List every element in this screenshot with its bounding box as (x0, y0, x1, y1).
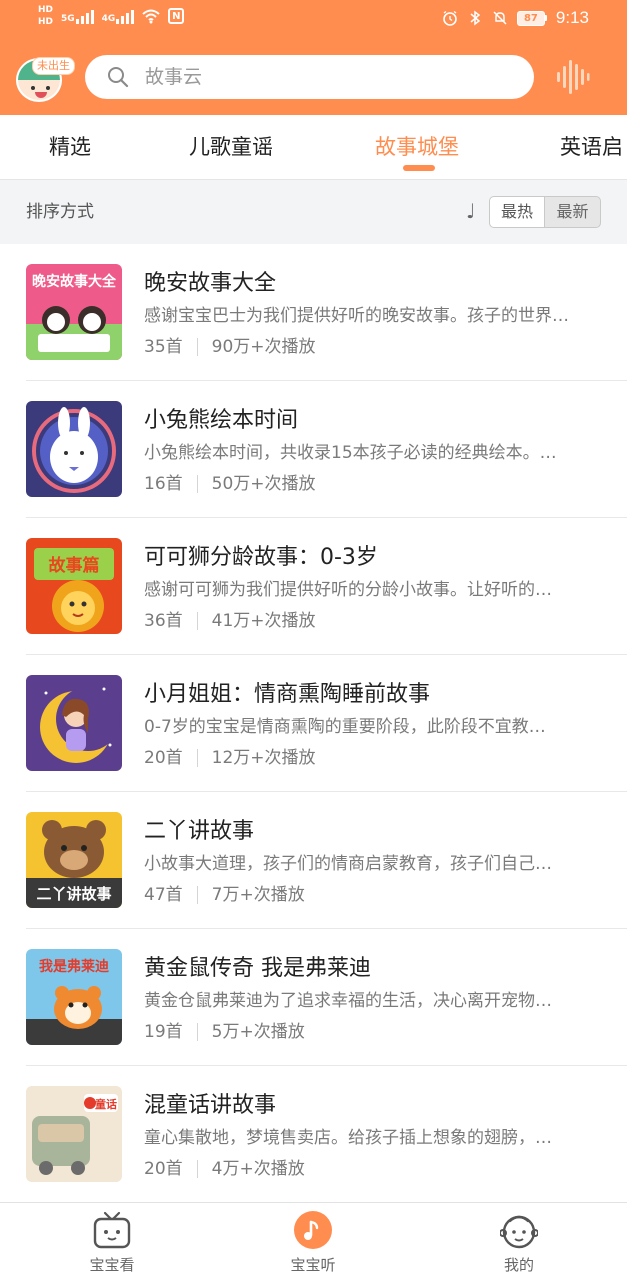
album-title: 二丫讲故事 (144, 819, 255, 844)
track-count: 19首 (144, 1022, 183, 1042)
signal-4g-icon: 4G (102, 8, 135, 24)
alarm-icon (443, 10, 457, 26)
svg-text:故事篇: 故事篇 (49, 555, 100, 576)
album-cover: 晚安故事大全 (26, 264, 122, 360)
svg-text:我是弗莱迪: 我是弗莱迪 (39, 958, 109, 975)
search-bar[interactable]: 故事云 (85, 55, 534, 99)
track-count: 20首 (144, 1159, 183, 1179)
album-cover: 故事篇 (26, 538, 122, 634)
voice-wave-icon[interactable] (556, 58, 590, 96)
list-item[interactable]: 故事篇 可可狮分龄故事：0-3岁 感谢可可狮为我们提供好听的分龄小故事。让好听的… (0, 518, 627, 655)
play-count: 41万+次播放 (211, 611, 316, 631)
album-cover: 我是弗莱迪 (26, 949, 122, 1045)
play-count: 7万+次播放 (211, 885, 305, 905)
track-count: 20首 (144, 748, 183, 768)
nav-label: 我的 (503, 1256, 534, 1274)
album-description: 感谢可可狮为我们提供好听的分龄小故事。让好听的… (144, 580, 552, 600)
tab-english[interactable]: 英语启 (560, 133, 623, 161)
album-title: 小月姐姐：情商熏陶睡前故事 (144, 682, 431, 707)
wifi-icon (142, 9, 160, 24)
album-cover: 二丫讲故事 (26, 812, 122, 908)
album-description: 小故事大道理，孩子们的情商启蒙教育，孩子们自己… (144, 854, 552, 874)
track-count: 35首 (144, 337, 183, 357)
svg-text:二丫讲故事: 二丫讲故事 (36, 885, 111, 903)
album-meta: 20首 12万+次播放 (144, 747, 316, 769)
album-cover (26, 401, 122, 497)
tab-nursery-rhymes[interactable]: 儿歌童谣 (189, 133, 273, 161)
svg-text:晚安故事大全: 晚安故事大全 (32, 273, 117, 290)
sort-label: 排序方式 (26, 202, 94, 222)
album-meta: 47首 7万+次播放 (144, 884, 305, 906)
album-meta: 35首 90万+次播放 (144, 336, 316, 358)
birth-status-badge: 未出生 (32, 57, 75, 75)
album-meta: 19首 5万+次播放 (144, 1021, 305, 1043)
album-title: 混童话讲故事 (144, 1093, 277, 1118)
search-placeholder: 故事云 (145, 66, 203, 88)
tv-icon (93, 1211, 131, 1249)
mute-bell-icon (493, 11, 507, 25)
album-title: 小兔熊绘本时间 (144, 408, 299, 433)
nav-me[interactable]: 我的 (459, 1203, 579, 1280)
nav-label: 宝宝听 (290, 1256, 336, 1274)
signal-5g-icon: 5G (61, 8, 94, 24)
baby-face-icon (500, 1215, 538, 1249)
play-count: 50万+次播放 (211, 474, 316, 494)
svg-text:童话: 童话 (95, 1097, 117, 1111)
music-note-icon (294, 1211, 332, 1249)
category-tabs: 精选 儿歌童谣 故事城堡 英语启 (0, 115, 627, 180)
sort-hot-button[interactable]: 最热 (489, 196, 545, 228)
album-cover (26, 675, 122, 771)
nav-listen[interactable]: 宝宝听 (253, 1203, 373, 1280)
album-title: 晚安故事大全 (144, 271, 277, 296)
album-meta: 36首 41万+次播放 (144, 610, 316, 632)
play-count: 5万+次播放 (211, 1022, 305, 1042)
album-meta: 16首 50万+次播放 (144, 473, 316, 495)
play-count: 90万+次播放 (211, 337, 316, 357)
track-count: 16首 (144, 474, 183, 494)
avatar[interactable]: 未出生 (14, 54, 75, 102)
app-header: HD HD 5G 4G N 87 9:13 未出生 故事云 (0, 0, 627, 115)
album-description: 童心集散地，梦境售卖店。给孩子插上想象的翅膀，… (144, 1128, 552, 1148)
album-description: 感谢宝宝巴士为我们提供好听的晚安故事。孩子的世界… (144, 306, 569, 326)
list-item[interactable]: 小兔熊绘本时间 小兔熊绘本时间，共收录15本孩子必读的经典绘本。… 16首 50… (0, 381, 627, 518)
bluetooth-icon (470, 10, 481, 26)
album-meta: 20首 4万+次播放 (144, 1158, 305, 1180)
status-bar: HD HD 5G 4G N 87 9:13 (0, 0, 627, 40)
play-count: 4万+次播放 (211, 1159, 305, 1179)
hd-indicator: HD HD (38, 5, 54, 27)
active-tab-indicator (403, 165, 435, 171)
tab-featured[interactable]: 精选 (49, 133, 91, 161)
play-count: 12万+次播放 (211, 748, 316, 768)
nfc-icon: N (168, 8, 185, 24)
list-item[interactable]: 小月姐姐：情商熏陶睡前故事 0-7岁的宝宝是情商熏陶的重要阶段，此阶段不宜教… … (0, 655, 627, 792)
list-item[interactable]: 我是弗莱迪 黄金鼠传奇 我是弗莱迪 黄金仓鼠弗莱迪为了追求幸福的生活，决心离开宠… (0, 929, 627, 1066)
list-item[interactable]: 童话 混童话讲故事 童心集散地，梦境售卖店。给孩子插上想象的翅膀，… 20首 4… (0, 1066, 627, 1203)
sort-bar: 排序方式 ♩ 最热 最新 (0, 180, 627, 244)
track-count: 47首 (144, 885, 183, 905)
sort-new-button[interactable]: 最新 (545, 196, 601, 228)
clock: 9:13 (555, 8, 589, 27)
search-icon (108, 67, 129, 88)
nav-label: 宝宝看 (89, 1256, 135, 1274)
sort-icon: ♩ (466, 199, 476, 223)
list-item[interactable]: 二丫讲故事 二丫讲故事 小故事大道理，孩子们的情商启蒙教育，孩子们自己… 47首… (0, 792, 627, 929)
nav-watch[interactable]: 宝宝看 (52, 1203, 172, 1280)
tab-story-castle[interactable]: 故事城堡 (375, 133, 459, 161)
album-title: 可可狮分龄故事：0-3岁 (144, 545, 378, 570)
album-cover: 童话 (26, 1086, 122, 1182)
track-count: 36首 (144, 611, 183, 631)
bottom-navigation: 宝宝看 宝宝听 我的 (0, 1202, 627, 1280)
list-item[interactable]: 晚安故事大全 晚安故事大全 感谢宝宝巴士为我们提供好听的晚安故事。孩子的世界… … (0, 244, 627, 381)
album-description: 黄金仓鼠弗莱迪为了追求幸福的生活，决心离开宠物… (144, 991, 552, 1011)
album-title: 黄金鼠传奇 我是弗莱迪 (144, 956, 371, 981)
album-description: 小兔熊绘本时间，共收录15本孩子必读的经典绘本。… (144, 443, 557, 463)
album-description: 0-7岁的宝宝是情商熏陶的重要阶段，此阶段不宜教… (144, 717, 546, 737)
battery-icon: 87 (516, 10, 547, 26)
